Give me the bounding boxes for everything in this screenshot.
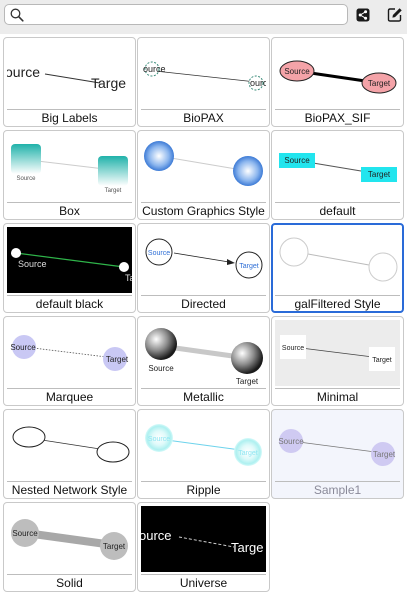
preview-source-label: ource bbox=[7, 64, 40, 80]
preview-source-label: Source bbox=[278, 437, 304, 446]
style-label: Ripple bbox=[186, 483, 221, 497]
preview-target-label: Ta bbox=[125, 273, 132, 283]
toolbar bbox=[0, 0, 407, 30]
style-tile-biopax-sif[interactable]: Source Target BioPAX_SIF bbox=[271, 37, 404, 127]
style-label: Nested Network Style bbox=[11, 483, 128, 497]
preview-target-label: Target bbox=[239, 263, 259, 270]
style-tile-big-labels[interactable]: ource Targe Big Labels bbox=[3, 37, 136, 127]
style-tile-sample1[interactable]: Source Target Sample1 bbox=[271, 409, 404, 499]
style-preview: Source Ta bbox=[7, 227, 132, 293]
preview-target-label: ource bbox=[250, 78, 266, 88]
style-preview: Source Target bbox=[145, 328, 263, 386]
edit-icon bbox=[387, 8, 402, 22]
preview-target-label: Targe bbox=[91, 75, 126, 91]
preview-target-label: Target bbox=[372, 357, 392, 364]
style-preview bbox=[279, 237, 398, 282]
preview-source-label: ource bbox=[141, 528, 172, 543]
style-tile-metallic[interactable]: Source Target Metallic bbox=[137, 316, 270, 406]
style-label: Box bbox=[59, 204, 80, 218]
preview-target-label: Targe bbox=[231, 540, 264, 555]
style-tile-biopax[interactable]: ource ource BioPAX bbox=[137, 37, 270, 127]
preview-source-label: Source bbox=[284, 67, 310, 76]
preview-source-label: Source bbox=[16, 176, 36, 182]
preview-source-label: Source bbox=[12, 529, 38, 538]
style-tile-universe[interactable]: ource Targe Universe bbox=[137, 502, 270, 592]
preview-target-label: Target bbox=[238, 450, 258, 457]
style-preview: Source Target bbox=[145, 238, 263, 279]
style-tile-default[interactable]: Source Target default bbox=[271, 130, 404, 220]
style-tile-directed[interactable]: Source Target Directed bbox=[137, 223, 270, 313]
style-preview: Source Target bbox=[279, 60, 397, 94]
style-label: Custom Graphics Style bbox=[142, 204, 265, 218]
style-preview: Source Target bbox=[275, 320, 400, 386]
preview-target-label: Target bbox=[106, 355, 129, 364]
style-tile-ripple[interactable]: Source Target Ripple bbox=[137, 409, 270, 499]
style-preview bbox=[144, 141, 263, 186]
style-label: galFiltered Style bbox=[294, 297, 381, 311]
style-label: Marquee bbox=[45, 390, 94, 404]
style-label: BioPAX_SIF bbox=[304, 111, 371, 125]
preview-source-label: Source bbox=[148, 250, 170, 257]
style-preview: ource Targe bbox=[141, 506, 266, 572]
style-preview: Source Target bbox=[11, 144, 128, 194]
search-icon bbox=[10, 8, 24, 22]
preview-target-label: Target bbox=[103, 542, 126, 551]
style-tile-solid[interactable]: Source Target Solid bbox=[3, 502, 136, 592]
style-label: BioPAX bbox=[183, 111, 224, 125]
style-preview: Source Target bbox=[279, 153, 397, 182]
style-label: default bbox=[319, 204, 356, 218]
style-preview: Source Target bbox=[145, 424, 262, 466]
style-label: Directed bbox=[181, 297, 226, 311]
style-label: Big Labels bbox=[41, 111, 98, 125]
style-preview: Source Target bbox=[10, 335, 129, 371]
style-tile-marquee[interactable]: Source Target Marquee bbox=[3, 316, 136, 406]
preview-source-label: Source bbox=[148, 364, 174, 373]
edit-button[interactable] bbox=[385, 5, 405, 25]
style-tile-default-black[interactable]: Source Ta default black bbox=[3, 223, 136, 313]
search-field[interactable] bbox=[4, 4, 348, 25]
style-label: Universe bbox=[179, 576, 228, 590]
preview-target-label: Target bbox=[368, 170, 391, 179]
preview-source-label: Source bbox=[10, 343, 36, 352]
style-label: Minimal bbox=[316, 390, 359, 404]
preview-target-label: Target bbox=[105, 188, 122, 194]
preview-source-label: Source bbox=[284, 156, 310, 165]
style-tile-galfiltered[interactable]: galFiltered Style bbox=[271, 223, 404, 313]
search-input[interactable] bbox=[27, 6, 345, 23]
style-label: Metallic bbox=[183, 390, 224, 404]
preview-source-label: ource bbox=[143, 64, 166, 74]
style-tile-minimal[interactable]: Source Target Minimal bbox=[271, 316, 404, 406]
style-grid: ource Targe Big Labels ource ource BioPA… bbox=[0, 34, 407, 594]
style-label: Solid bbox=[56, 576, 83, 590]
share-button[interactable] bbox=[353, 5, 373, 25]
preview-target-label: Target bbox=[368, 79, 391, 88]
preview-source-label: Source bbox=[148, 436, 170, 443]
style-preview: Source Target bbox=[278, 429, 396, 466]
style-label: default black bbox=[35, 297, 104, 311]
style-tile-custom-graphics[interactable]: Custom Graphics Style bbox=[137, 130, 270, 220]
preview-target-label: Target bbox=[236, 377, 259, 386]
style-tile-box[interactable]: Source Target Box bbox=[3, 130, 136, 220]
style-preview: ource ource bbox=[143, 61, 266, 91]
preview-target-label: Target bbox=[373, 450, 396, 459]
style-preview bbox=[12, 426, 130, 463]
share-icon bbox=[356, 8, 370, 22]
preview-source-label: Source bbox=[18, 259, 47, 269]
style-label: Sample1 bbox=[313, 483, 362, 497]
preview-source-label: Source bbox=[282, 345, 304, 352]
style-preview: Source Target bbox=[11, 519, 128, 560]
style-preview: ource Targe bbox=[7, 64, 126, 91]
style-tile-nested-network[interactable]: Nested Network Style bbox=[3, 409, 136, 499]
